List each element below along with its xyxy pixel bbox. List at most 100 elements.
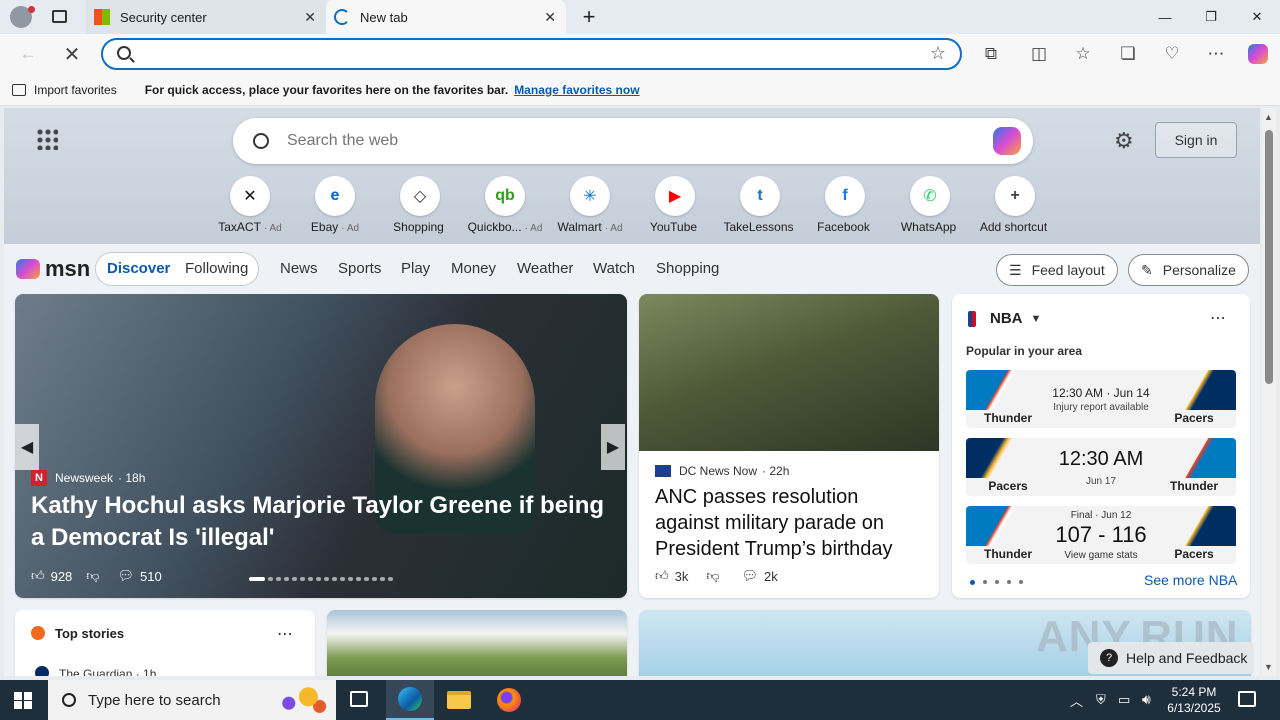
network-icon[interactable]: ▭ <box>1118 692 1130 708</box>
shortcut-tile[interactable]: ✆ WhatsApp <box>888 176 972 234</box>
sign-in-button[interactable]: Sign in <box>1155 122 1237 158</box>
vertical-scrollbar[interactable]: ▲ ▼ <box>1262 108 1276 676</box>
close-window-button[interactable]: ✕ <box>1234 0 1280 34</box>
carousel-dots[interactable] <box>249 577 393 581</box>
game-row[interactable]: Thunder Pacers Final · Jun 12 107 - 116 … <box>966 506 1236 564</box>
game-row[interactable]: Thunder Pacers 12:30 AM · Jun 14 Injury … <box>966 370 1236 428</box>
story-headline[interactable]: Kathy Hochul asks Marjorie Taylor Greene… <box>31 490 611 554</box>
shortcut-tile[interactable]: f Facebook <box>803 176 887 234</box>
top-stories-title[interactable]: Top stories <box>55 626 124 641</box>
import-favorites-button[interactable]: Import favorites <box>34 83 117 97</box>
nav-money[interactable]: Money <box>451 260 496 277</box>
favorites-icon[interactable]: ☆ <box>1065 34 1101 74</box>
close-tab-icon[interactable]: ✕ <box>304 9 316 26</box>
collections-icon[interactable]: ❏ <box>1110 34 1146 74</box>
address-bar[interactable]: ☆ <box>101 38 962 70</box>
feed-layout-button[interactable]: ☰ Feed layout <box>996 254 1118 286</box>
address-input[interactable] <box>143 44 923 64</box>
nav-play[interactable]: Play <box>401 260 430 277</box>
nav-sports[interactable]: Sports <box>338 260 381 277</box>
shortcut-tile[interactable]: ▶ YouTube <box>633 176 717 234</box>
tab-security-center[interactable]: Security center ✕ <box>86 0 326 34</box>
game-stats-link[interactable]: View game stats <box>1036 550 1166 561</box>
dislike-icon[interactable]: 👎︎ <box>706 568 719 584</box>
hero-story-card[interactable]: ◀ ▶ N Newsweek · 18h Kathy Hochul asks M… <box>15 294 627 598</box>
app-launcher-icon[interactable] <box>36 128 58 150</box>
favorite-star-icon[interactable]: ☆ <box>930 43 946 64</box>
see-more-nba-link[interactable]: See more NBA <box>1144 572 1237 588</box>
web-search-box[interactable] <box>233 118 1033 164</box>
manage-favorites-link[interactable]: Manage favorites now <box>514 83 639 97</box>
like-icon[interactable]: 👍︎ <box>655 568 669 584</box>
comment-count: 2k <box>764 568 778 584</box>
windows-start-icon[interactable] <box>14 692 32 709</box>
browser-essentials-icon[interactable]: ♡ <box>1154 34 1190 74</box>
back-button[interactable]: ← <box>10 34 46 74</box>
task-view-icon[interactable] <box>350 691 368 707</box>
nav-weather[interactable]: Weather <box>517 260 573 277</box>
scrollbar-down-icon[interactable]: ▼ <box>1264 662 1273 672</box>
shortcut-name: Ebay <box>310 220 339 234</box>
tab-new-tab[interactable]: New tab ✕ <box>326 0 566 34</box>
stop-loading-button[interactable]: ✕ <box>54 34 90 74</box>
nav-watch[interactable]: Watch <box>593 260 635 277</box>
story-card-dc-news[interactable]: DC News Now · 22h ANC passes resolution … <box>639 294 939 598</box>
split-screen-icon[interactable]: ◫ <box>1021 34 1057 74</box>
scrollbar-up-icon[interactable]: ▲ <box>1264 112 1273 122</box>
chevron-down-icon: ▼ <box>1030 312 1042 325</box>
personalize-button[interactable]: ✎ Personalize <box>1128 254 1249 286</box>
story-headline[interactable]: ANC passes resolution against military p… <box>655 484 925 562</box>
firefox-icon[interactable] <box>497 688 521 712</box>
shortcut-tile[interactable]: e Ebay · Ad <box>293 176 377 234</box>
game-date: Jun 17 <box>1085 476 1117 487</box>
search-icon-handle <box>129 57 135 63</box>
copilot-icon[interactable] <box>1240 34 1276 74</box>
next-arrow-button[interactable]: ▶ <box>601 424 625 470</box>
nav-shopping[interactable]: Shopping <box>656 260 719 277</box>
shortcut-tile[interactable]: qb Quickbo... · Ad <box>463 176 547 234</box>
shortcut-tile[interactable]: ◇ Shopping <box>378 176 462 234</box>
shortcut-tile[interactable]: ✕ TaxACT · Ad <box>208 176 292 234</box>
dislike-icon[interactable]: 👎︎ <box>86 568 99 584</box>
new-tab-button[interactable]: + <box>566 0 612 34</box>
nav-news[interactable]: News <box>280 260 318 277</box>
minimize-button[interactable]: — <box>1142 0 1188 34</box>
game-row[interactable]: Pacers Thunder 12:30 AM Jun 17 <box>966 438 1236 496</box>
msn-logo[interactable]: msn <box>16 254 90 284</box>
like-icon[interactable]: 👍︎ <box>31 568 45 584</box>
shortcut-tile[interactable]: t TakeLessons <box>718 176 802 234</box>
more-options-icon[interactable]: ⋯ <box>277 624 293 644</box>
nba-header[interactable]: NBA ▼ <box>968 310 1041 327</box>
more-menu-icon[interactable]: ⋯ <box>1198 34 1234 74</box>
story-card-image[interactable] <box>327 610 627 676</box>
restore-button[interactable]: ❐ <box>1188 0 1234 34</box>
shortcut-tile[interactable]: ✳ Walmart · Ad <box>548 176 632 234</box>
tab-discover[interactable]: Discover <box>107 260 170 277</box>
tab-following[interactable]: Following <box>185 260 248 277</box>
security-tray-icon[interactable]: ⛨ <box>1096 692 1106 708</box>
prev-arrow-button[interactable]: ◀ <box>15 424 39 470</box>
tab-actions-icon[interactable] <box>52 10 67 23</box>
settings-gear-icon[interactable]: ⚙ <box>1114 128 1134 154</box>
web-search-input[interactable] <box>287 129 967 153</box>
scrollbar-thumb[interactable] <box>1265 130 1273 384</box>
more-options-icon[interactable]: ⋯ <box>1210 308 1226 328</box>
clock[interactable]: 5:24 PM 6/13/2025 <box>1166 684 1222 716</box>
story-age: · 22h <box>762 464 790 478</box>
comment-icon[interactable]: 💬︎ <box>742 568 759 584</box>
pager-dots[interactable] <box>970 580 1023 585</box>
comment-icon[interactable]: 💬︎ <box>118 568 135 584</box>
close-tab-icon[interactable]: ✕ <box>544 9 556 26</box>
taskbar-search-box[interactable]: Type here to search <box>48 680 336 720</box>
msn-nav-bar: msn Discover Following News Sports Play … <box>4 244 1260 294</box>
edge-taskbar-icon[interactable] <box>386 680 434 720</box>
shortcut-tile[interactable]: + Add shortcut <box>973 176 1057 234</box>
walmart-icon: ✳ <box>570 176 610 216</box>
extensions-icon[interactable]: ⧉ <box>973 34 1009 74</box>
volume-icon[interactable]: 🔊︎ <box>1142 691 1151 708</box>
help-feedback-button[interactable]: ? Help and Feedback <box>1088 642 1254 674</box>
file-explorer-icon[interactable] <box>447 691 471 709</box>
show-hidden-icons[interactable]: ︿ <box>1070 691 1083 710</box>
copilot-icon[interactable] <box>993 127 1021 155</box>
notifications-icon[interactable] <box>1238 691 1256 707</box>
